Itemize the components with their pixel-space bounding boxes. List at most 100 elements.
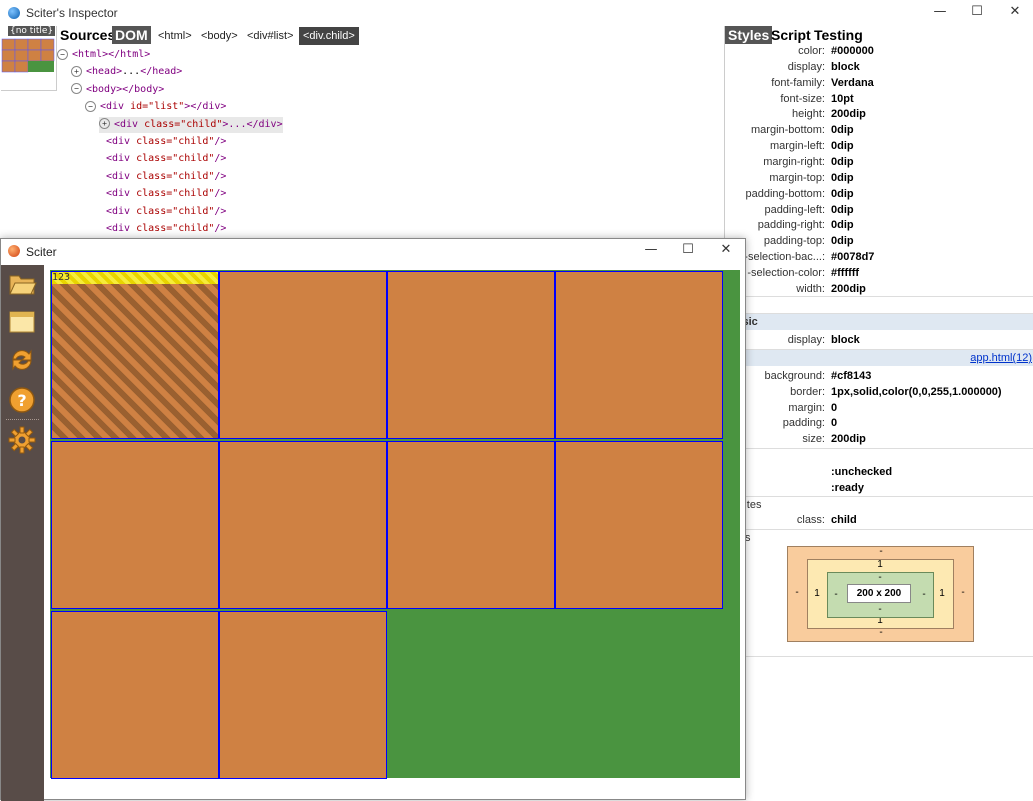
style-property: font-family: Verdana [725, 75, 1033, 91]
sciter-titlebar[interactable]: Sciter — ☐ ✕ [1, 239, 745, 265]
tag-close: </html> [108, 49, 151, 60]
section-intrinsic[interactable]: Intrinsic [715, 313, 1033, 330]
style-property: display: block [725, 332, 1033, 348]
section-styles[interactable]: Styles [715, 296, 1033, 313]
property-value[interactable]: 0 [831, 415, 837, 431]
style-property: class: child [725, 512, 1033, 528]
collapse-icon[interactable]: − [57, 48, 68, 60]
style-property: padding-bottom: 0dip [725, 186, 1033, 202]
state-name: :ready [831, 482, 865, 494]
property-value[interactable]: 0dip [831, 122, 854, 138]
property-value[interactable]: #0078d7 [831, 249, 874, 265]
child-div[interactable] [555, 271, 723, 439]
tag-attribute: class="child" [136, 170, 215, 182]
expand-icon[interactable]: + [99, 118, 110, 130]
child-div[interactable] [219, 441, 387, 609]
source-link[interactable]: app.html(12) [970, 350, 1032, 366]
property-value[interactable]: 10pt [831, 91, 854, 107]
property-name: font-family: [771, 76, 825, 89]
tab-dom[interactable]: DOM [112, 26, 151, 44]
section-metrics[interactable]: Metrics [715, 529, 1033, 546]
dom-tree-node[interactable]: − <div id="list"></div> [85, 99, 226, 115]
property-value[interactable]: 200dip [831, 431, 866, 447]
breadcrumb-html[interactable]: <html> [154, 27, 196, 45]
help-icon[interactable]: ? [7, 385, 37, 415]
tag-open: <body> [86, 83, 123, 95]
dom-tree-node[interactable]: + <head>...</head> [71, 64, 182, 80]
property-name: margin-left: [769, 140, 825, 153]
property-value[interactable]: 0dip [831, 154, 854, 170]
property-name: margin-right: [763, 155, 825, 168]
child-div[interactable] [51, 441, 219, 609]
property-value[interactable]: 0dip [831, 202, 854, 218]
open-folder-icon[interactable] [7, 269, 37, 299]
child-div[interactable] [387, 271, 555, 439]
collapse-icon[interactable]: − [71, 83, 82, 95]
dom-tree-node[interactable]: <div class="child"/> [106, 169, 226, 185]
property-value[interactable]: 0dip [831, 138, 854, 154]
property-name: display: [787, 334, 825, 346]
dom-tree-node[interactable]: <div class="child"/> [106, 221, 226, 237]
settings-gear-icon[interactable] [7, 425, 37, 455]
property-value[interactable]: 200dip [831, 106, 866, 122]
dom-tree[interactable]: − <html></html> + <head>...</head> − <body></… [57, 46, 723, 238]
expand-icon[interactable]: + [71, 65, 82, 77]
breadcrumb-div-child[interactable]: <div.child> [299, 27, 359, 45]
child-div[interactable] [51, 611, 219, 779]
dom-tree-node[interactable]: <div class="child"/> [106, 151, 226, 167]
window-icon[interactable] [7, 307, 37, 337]
property-value[interactable]: #cf8143 [831, 368, 871, 384]
child-div[interactable]: 123 [51, 271, 219, 439]
tab-styles[interactable]: Styles [725, 26, 773, 44]
section-attributes[interactable]: Attributes [715, 496, 1033, 513]
sciter-close-button[interactable]: ✕ [716, 242, 736, 257]
child-div[interactable] [219, 611, 387, 779]
property-value[interactable]: 0dip [831, 170, 854, 186]
dom-tree-node[interactable]: <div class="child"/> [106, 186, 226, 202]
property-value[interactable]: 0dip [831, 186, 854, 202]
property-value[interactable]: child [831, 512, 857, 528]
property-name: color: [798, 45, 825, 57]
property-value[interactable]: #000000 [831, 43, 874, 59]
style-rules: StylesIntrinsic display: block.childapp.ht… [715, 296, 1033, 696]
svg-text:?: ? [17, 391, 26, 410]
breadcrumb-body[interactable]: <body> [197, 27, 242, 45]
child-div[interactable] [555, 441, 723, 609]
list-container: 123 [50, 270, 740, 779]
property-value[interactable]: 200dip [831, 281, 866, 297]
dom-tree-node[interactable]: <div class="child"/> [106, 134, 226, 150]
sciter-maximize-button[interactable]: ☐ [678, 242, 698, 257]
property-value[interactable]: 0dip [831, 233, 854, 249]
dom-tree-node[interactable]: + <div class="child">...</div> [99, 116, 283, 133]
reload-icon[interactable] [7, 345, 37, 375]
property-value[interactable]: 0dip [831, 217, 854, 233]
state-value: :unchecked [725, 464, 1033, 480]
tab-sources[interactable]: Sources [60, 26, 115, 44]
section-states[interactable]: States [715, 448, 1033, 465]
tab-script[interactable]: Script [771, 26, 811, 44]
dom-tree-node[interactable]: <div class="child"/> [106, 204, 226, 220]
dom-tree-node[interactable]: − <body></body> [71, 82, 164, 98]
minimize-button[interactable]: — [930, 4, 950, 19]
sciter-minimize-button[interactable]: — [641, 242, 661, 257]
property-value[interactable]: 0 [831, 400, 837, 416]
tag-attribute: class="child" [136, 223, 215, 234]
property-value[interactable]: 1px,solid,color(0,0,255,1.000000) [831, 384, 1002, 400]
property-value[interactable]: block [831, 332, 860, 348]
tab-testing[interactable]: Testing [814, 26, 863, 44]
style-property: padding-left: 0dip [725, 202, 1033, 218]
inspector-titlebar[interactable]: Sciter's Inspector — ☐ ✕ [0, 0, 1033, 26]
child-div[interactable] [219, 271, 387, 439]
child-div[interactable] [387, 441, 555, 609]
property-name: width: [796, 282, 825, 295]
tag-close: /> [214, 153, 227, 165]
collapse-icon[interactable]: − [85, 100, 96, 112]
section-child-rule[interactable]: .childapp.html(12) [715, 349, 1033, 366]
dom-tree-node[interactable]: − <html></html> [57, 47, 150, 63]
property-value[interactable]: #ffffff [831, 265, 859, 281]
breadcrumb-div-list[interactable]: <div#list> [243, 27, 297, 45]
close-button[interactable]: ✕ [1005, 4, 1025, 19]
property-value[interactable]: Verdana [831, 75, 874, 91]
property-value[interactable]: block [831, 59, 860, 75]
maximize-button[interactable]: ☐ [967, 4, 987, 19]
